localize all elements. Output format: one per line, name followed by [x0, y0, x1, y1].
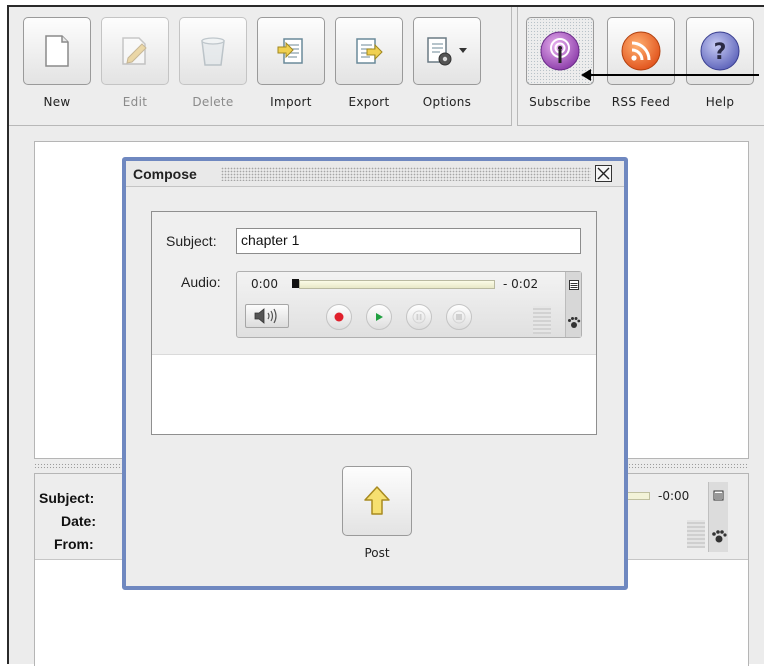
delete-button[interactable]: [179, 17, 247, 85]
close-button[interactable]: [595, 165, 612, 182]
stop-button[interactable]: [446, 304, 472, 330]
annotation-arrow-head: [581, 69, 591, 81]
message-level-meter: [687, 520, 705, 548]
compose-form: Subject: chapter 1 Audio: 0:00 - 0:02: [152, 212, 596, 355]
record-icon: [334, 312, 344, 322]
export-button[interactable]: [335, 17, 403, 85]
export-icon: [356, 38, 383, 64]
elapsed-time: 0:00: [251, 277, 278, 291]
import-label: Import: [270, 95, 312, 109]
date-meta-label: Date:: [61, 513, 97, 529]
subject-meta-label: Subject:: [39, 490, 95, 506]
subject-label: Subject:: [166, 233, 217, 249]
message-player-side: [708, 482, 728, 552]
audio-label: Audio:: [181, 274, 221, 290]
close-icon: [597, 167, 610, 180]
pause-button[interactable]: [406, 304, 432, 330]
record-button[interactable]: [326, 304, 352, 330]
up-arrow-icon: [364, 486, 390, 515]
options-label: Options: [422, 95, 472, 109]
speaker-icon: [254, 308, 277, 324]
export-label: Export: [348, 95, 390, 109]
subject-input[interactable]: chapter 1: [236, 228, 581, 254]
menu-icon: [713, 490, 724, 501]
player-side-panel: [565, 272, 581, 337]
options-gear-icon: [427, 37, 467, 66]
rss-feed-label: RSS Feed: [611, 95, 671, 109]
audio-player: 0:00 - 0:02: [236, 271, 582, 338]
app-window: New Edit Delete Import Export Options Su…: [7, 5, 764, 666]
progress-track[interactable]: [299, 280, 495, 289]
edit-label: Edit: [122, 95, 148, 109]
podcast-icon: [540, 31, 580, 71]
edit-button[interactable]: [101, 17, 169, 85]
annotation-arrow-line: [588, 74, 759, 76]
help-label: Help: [705, 95, 735, 109]
post-label: Post: [364, 546, 390, 560]
level-meter: [533, 306, 551, 334]
from-meta-label: From:: [54, 536, 94, 552]
dialog-titlebar[interactable]: Compose: [126, 161, 624, 187]
edit-pencil-icon: [122, 37, 147, 65]
play-button[interactable]: [366, 304, 392, 330]
post-button[interactable]: [342, 466, 412, 536]
compose-dialog: Compose Subject: chapter 1 Audio: 0:00 -…: [122, 157, 628, 590]
play-icon: [376, 313, 383, 321]
import-button[interactable]: [257, 17, 325, 85]
dialog-title: Compose: [133, 166, 197, 182]
menu-icon[interactable]: [566, 277, 582, 293]
new-button[interactable]: [23, 17, 91, 85]
new-document-icon: [45, 35, 69, 67]
new-label: New: [43, 95, 71, 109]
delete-label: Delete: [192, 95, 234, 109]
subscribe-label: Subscribe: [529, 95, 591, 109]
titlebar-grip: [221, 167, 591, 181]
feed-toolbar: Subscribe RSS Feed ? Help: [517, 7, 764, 126]
volume-button[interactable]: [245, 304, 289, 328]
svg-text:?: ?: [714, 40, 727, 65]
options-button[interactable]: [413, 17, 481, 85]
paw-icon[interactable]: [566, 314, 582, 330]
message-body-area[interactable]: [152, 356, 596, 434]
remaining-time: - 0:02: [503, 277, 539, 291]
trash-icon: [201, 37, 225, 66]
rss-icon: [621, 31, 661, 71]
progress-knob[interactable]: [292, 279, 299, 288]
stop-icon: [452, 310, 466, 324]
compose-panel: Subject: chapter 1 Audio: 0:00 - 0:02: [151, 211, 597, 435]
import-icon: [277, 38, 303, 64]
main-toolbar: New Edit Delete Import Export Options: [9, 7, 512, 126]
pause-icon: [412, 310, 426, 324]
paw-icon: [712, 530, 727, 543]
help-icon: ?: [700, 31, 740, 71]
message-player-time: -0:00: [658, 489, 690, 503]
